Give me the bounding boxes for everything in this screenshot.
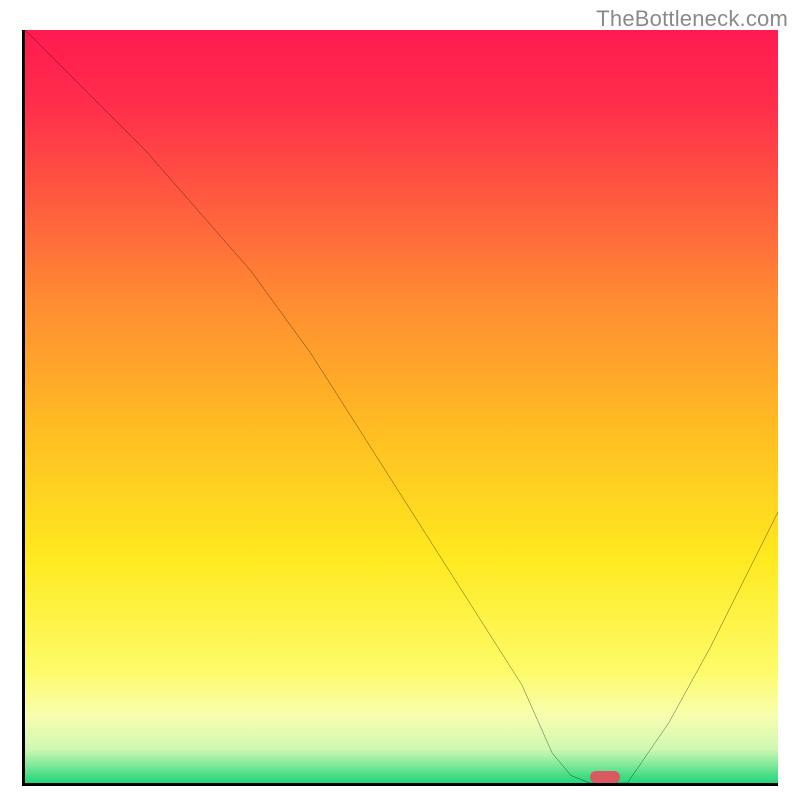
chart-area <box>22 30 778 786</box>
chart-curve <box>25 30 778 783</box>
optimal-marker <box>590 771 620 783</box>
attribution-text: TheBottleneck.com <box>596 6 788 32</box>
